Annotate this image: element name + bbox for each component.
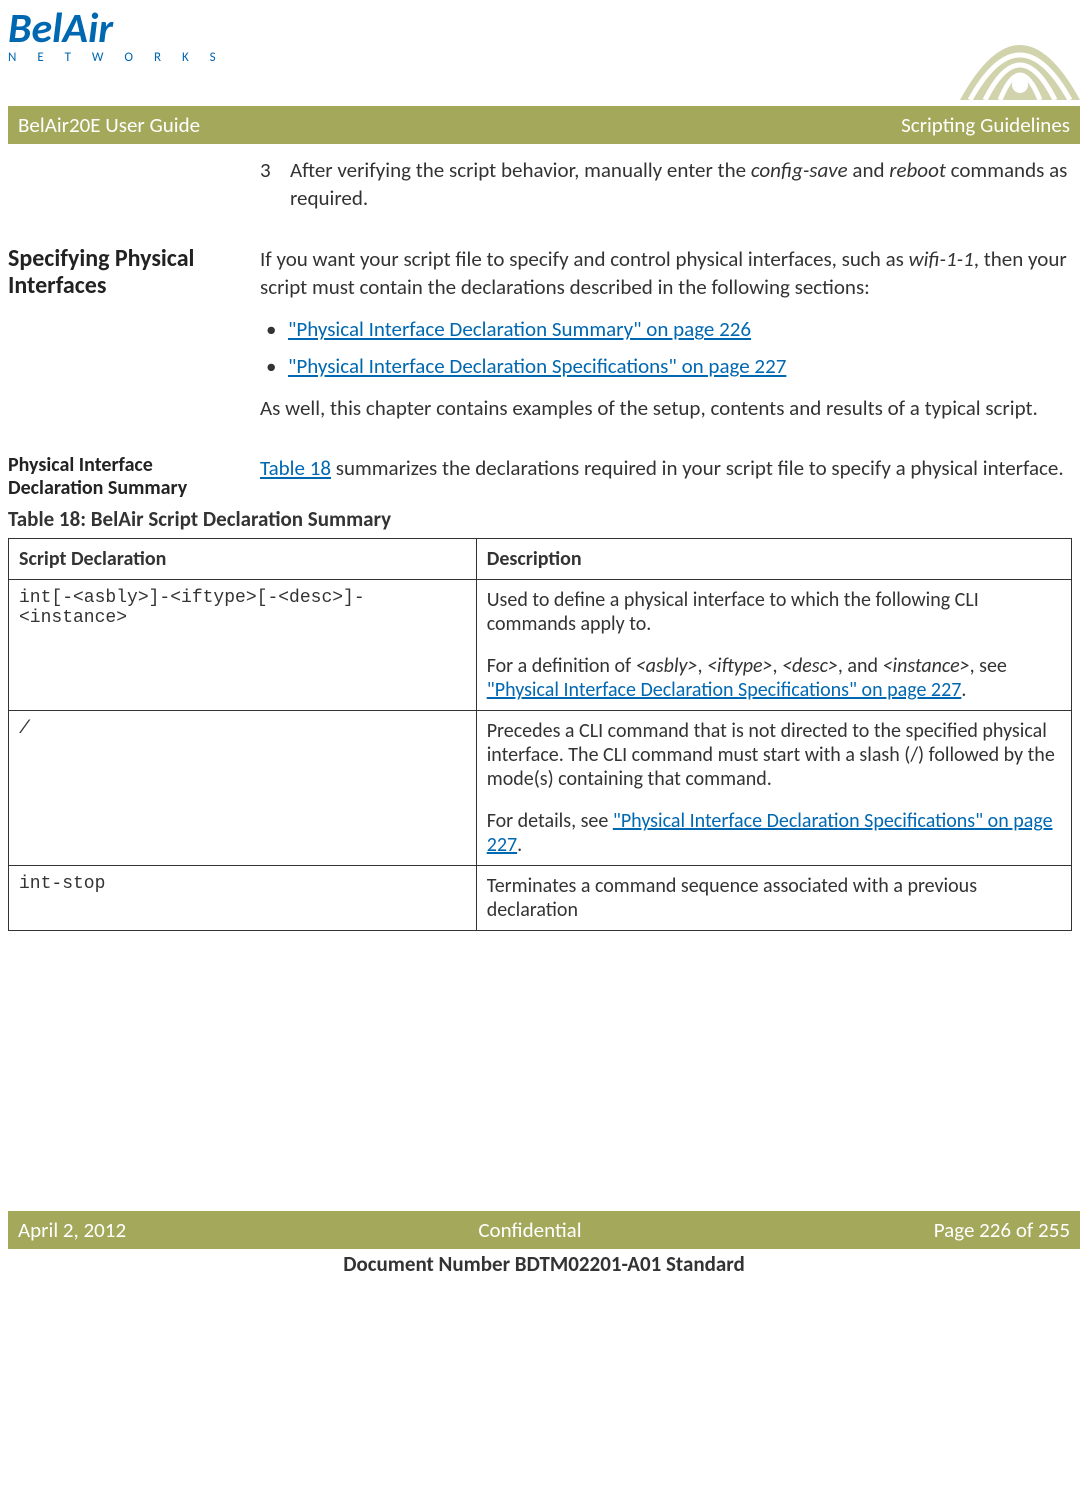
col-header-description: Description [476, 539, 1071, 580]
section-heading-specifying: Specifying Physical Interfaces [8, 245, 242, 437]
logo-main-text: BelAir [8, 10, 225, 48]
list-item: "Physical Interface Declaration Specific… [260, 352, 1072, 380]
link-decl-spec-inline[interactable]: "Physical Interface Declaration Specific… [487, 678, 962, 702]
step-number: 3 [260, 156, 276, 213]
cell-decl: / [9, 711, 477, 866]
link-decl-summary[interactable]: "Physical Interface Declaration Summary"… [288, 316, 751, 342]
cell-desc: Used to define a physical interface to w… [476, 580, 1071, 711]
step-text: After verifying the script behavior, man… [290, 156, 1072, 213]
table-caption: Table 18: BelAir Script Declaration Summ… [8, 506, 1072, 532]
section-heading-decl-summary: Physical Interface Declaration Summary [8, 454, 242, 500]
decl-summary-text: Table 18 summarizes the declarations req… [260, 454, 1072, 482]
logo-sub-text: N E T W O R K S [8, 50, 225, 65]
footer-banner: April 2, 2012 Confidential Page 226 of 2… [8, 1211, 1080, 1249]
link-table18[interactable]: Table 18 [260, 455, 331, 481]
cell-decl: int[-<asbly>]-<iftype>[-<desc>]-<instanc… [9, 580, 477, 711]
link-decl-spec[interactable]: "Physical Interface Declaration Specific… [288, 353, 786, 379]
table-row: int[-<asbly>]-<iftype>[-<desc>]-<instanc… [9, 580, 1072, 711]
cell-decl: int-stop [9, 866, 477, 931]
col-header-declaration: Script Declaration [9, 539, 477, 580]
footer-confidential: Confidential [478, 1217, 581, 1243]
footer-date: April 2, 2012 [18, 1217, 126, 1243]
cell-desc: Terminates a command sequence associated… [476, 866, 1071, 931]
wave-icon [960, 10, 1080, 100]
belair-logo: BelAir N E T W O R K S [8, 10, 225, 65]
spec-intro: If you want your script file to specify … [260, 245, 1072, 302]
footer-page: Page 226 of 255 [934, 1217, 1070, 1243]
list-item: "Physical Interface Declaration Summary"… [260, 315, 1072, 343]
cell-desc: Precedes a CLI command that is not direc… [476, 711, 1071, 866]
banner-right: Scripting Guidelines [901, 112, 1070, 138]
title-banner: BelAir20E User Guide Scripting Guideline… [8, 106, 1080, 144]
banner-left: BelAir20E User Guide [18, 112, 200, 138]
declaration-table: Script Declaration Description int[-<asb… [8, 538, 1072, 931]
table-row: / Precedes a CLI command that is not dir… [9, 711, 1072, 866]
table-row: int-stop Terminates a command sequence a… [9, 866, 1072, 931]
spec-closing: As well, this chapter contains examples … [260, 394, 1072, 422]
step-3: 3 After verifying the script behavior, m… [260, 156, 1072, 213]
header: BelAir N E T W O R K S [8, 10, 1080, 100]
doc-number: Document Number BDTM02201-A01 Standard [8, 1249, 1080, 1277]
